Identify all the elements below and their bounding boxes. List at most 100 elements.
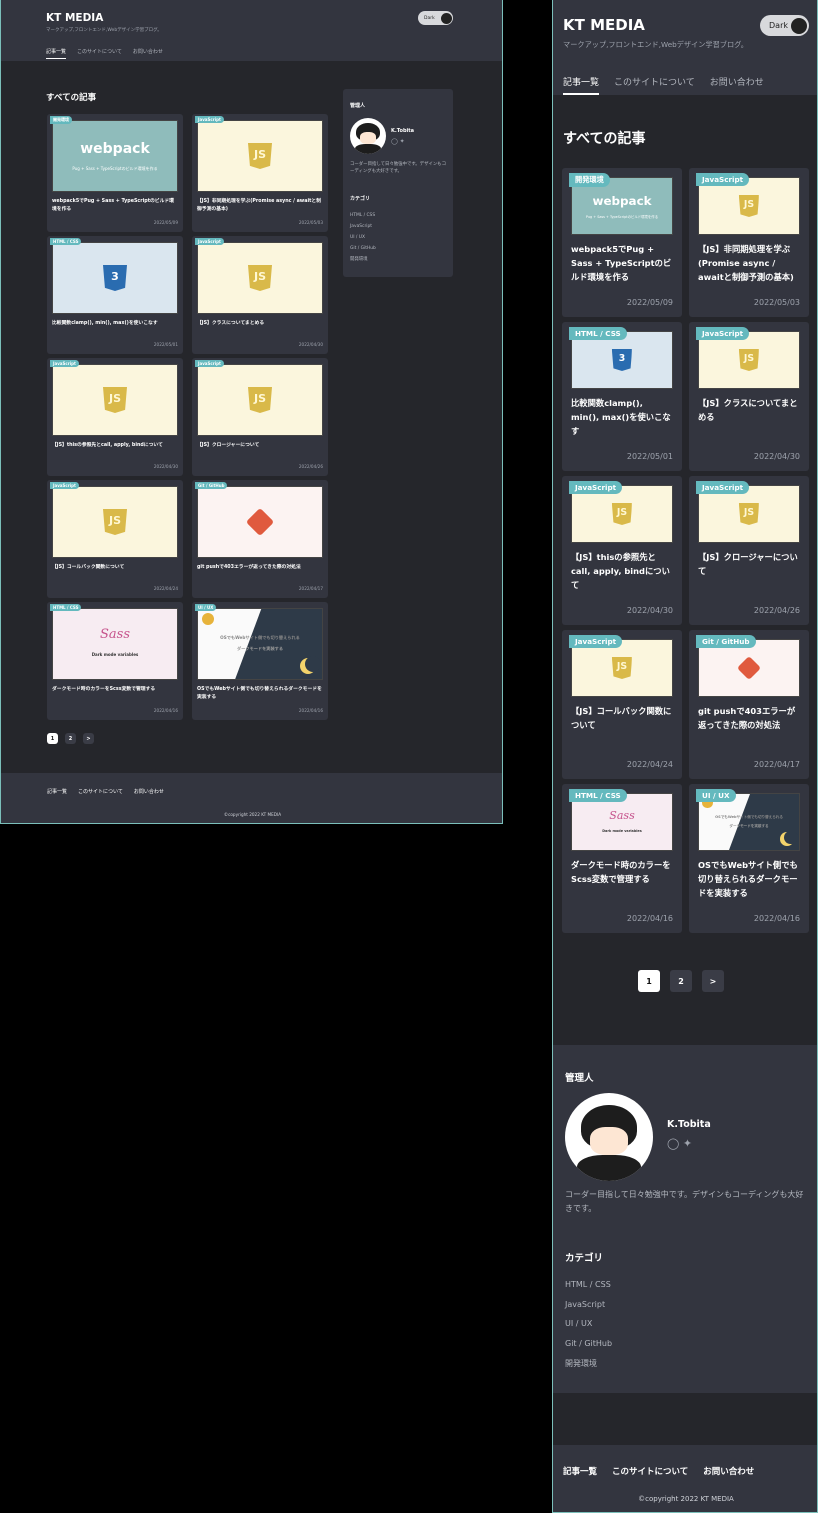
- article-cardundefined[interactable]: webpack Pug + Sass + TypeScriptのビルド環境を作る 開…: [47, 114, 183, 232]
- thumbnail-subtitle: Dark mode variables: [602, 828, 642, 833]
- article-title[interactable]: 【JS】thisの参照先とcall, apply, bindについて: [571, 550, 673, 592]
- article-cardundefined[interactable]: 3 HTML / CSS 比較関数clamp(), min(), max()を使いこ…: [47, 236, 183, 354]
- category-badge[interactable]: JavaScript: [195, 116, 224, 123]
- category-dev-env[interactable]: 開発環境: [350, 254, 376, 265]
- category-badge[interactable]: JavaScript: [50, 360, 79, 367]
- article-cardundefined[interactable]: Git / GitHub git pushで403エラーが返ってきた際の対処法 20…: [689, 630, 809, 779]
- category-badge[interactable]: JavaScript: [50, 482, 79, 489]
- article-cardundefined[interactable]: webpack Pug + Sass + TypeScriptのビルド環境を作る 開…: [562, 168, 682, 317]
- category-dev-env-mobile[interactable]: 開発環境: [565, 1354, 612, 1374]
- category-badge[interactable]: JavaScript: [696, 173, 750, 186]
- footer-link-articles[interactable]: 記事一覧: [47, 788, 67, 795]
- category-ui-ux[interactable]: UI / UX: [350, 232, 376, 243]
- nav-item-articles[interactable]: 記事一覧: [46, 48, 67, 59]
- article-title[interactable]: OSでもWebサイト側でも切り替えられるダークモードを実装する: [197, 686, 323, 702]
- category-badge[interactable]: JavaScript: [569, 635, 623, 648]
- category-badge[interactable]: Git / GitHub: [696, 635, 756, 648]
- site-logo-mobile[interactable]: KT MEDIA: [563, 16, 645, 34]
- article-title[interactable]: webpack5でPug + Sass + TypeScriptのビルド環境を作…: [52, 198, 178, 214]
- category-html-css-mobile[interactable]: HTML / CSS: [565, 1275, 612, 1295]
- article-title[interactable]: 【JS】コールバック関数について: [52, 564, 178, 572]
- next-page-button-mobile[interactable]: >: [702, 970, 724, 992]
- dark-mode-toggle-mobile[interactable]: Dark: [760, 15, 809, 36]
- category-badge[interactable]: 開発環境: [50, 116, 72, 124]
- article-cardundefined[interactable]: JS JavaScript 【JS】非同期処理を学ぶ(Promise async /…: [689, 168, 809, 317]
- article-title[interactable]: 比較関数clamp(), min(), max()を使いこなす: [571, 396, 673, 438]
- article-title[interactable]: 【JS】クロージャーについて: [197, 442, 323, 450]
- article-cardundefined[interactable]: JS JavaScript 【JS】コールバック関数について 2022/04/24: [47, 480, 183, 598]
- github-icon[interactable]: ◯: [391, 138, 398, 145]
- category-git-github-mobile[interactable]: Git / GitHub: [565, 1334, 612, 1354]
- page-button-2-mobile[interactable]: 2: [670, 970, 692, 992]
- webpack-logo: webpack: [80, 141, 150, 158]
- category-badge[interactable]: JavaScript: [569, 481, 623, 494]
- article-title[interactable]: OSでもWebサイト側でも切り替えられるダークモードを実装する: [698, 858, 800, 900]
- article-title[interactable]: git pushで403エラーが返ってきた際の対処法: [698, 704, 800, 732]
- category-badge[interactable]: JavaScript: [696, 327, 750, 340]
- category-badge[interactable]: 開発環境: [569, 173, 610, 187]
- category-badge[interactable]: HTML / CSS: [50, 604, 82, 611]
- category-badge[interactable]: JavaScript: [195, 360, 224, 367]
- article-cardundefined[interactable]: JS JavaScript 【JS】コールバック関数について 2022/04/24: [562, 630, 682, 779]
- category-javascript-mobile[interactable]: JavaScript: [565, 1295, 612, 1315]
- category-ui-ux-mobile[interactable]: UI / UX: [565, 1314, 612, 1334]
- category-badge[interactable]: Git / GitHub: [195, 482, 228, 489]
- article-cardundefined[interactable]: Sass Dark mode variables HTML / CSS ダークモード時…: [562, 784, 682, 933]
- category-badge[interactable]: HTML / CSS: [50, 238, 82, 245]
- article-title[interactable]: 【JS】クロージャーについて: [698, 550, 800, 578]
- nav-item-contact-mobile[interactable]: お問い合わせ: [710, 75, 764, 95]
- site-logo[interactable]: KT MEDIA: [46, 12, 458, 24]
- footer-link-contact-mobile[interactable]: お問い合わせ: [703, 1465, 754, 1477]
- dark-mode-toggle[interactable]: Dark: [418, 11, 453, 25]
- category-badge[interactable]: UI / UX: [195, 604, 217, 611]
- article-cardundefined[interactable]: JS JavaScript 【JS】クラスについてまとめる 2022/04/30: [689, 322, 809, 471]
- nav-item-about-mobile[interactable]: このサイトについて: [614, 75, 695, 95]
- article-date: 2022/04/17: [298, 586, 323, 591]
- article-title[interactable]: 【JS】非同期処理を学ぶ(Promise async / awaitと制御予測の…: [197, 198, 323, 214]
- twitter-icon[interactable]: ✦: [683, 1137, 692, 1150]
- next-page-button[interactable]: >: [83, 733, 94, 744]
- article-title[interactable]: 【JS】クラスについてまとめる: [698, 396, 800, 424]
- category-badge[interactable]: JavaScript: [696, 481, 750, 494]
- page-button-1-mobile[interactable]: 1: [638, 970, 660, 992]
- article-title[interactable]: 比較関数clamp(), min(), max()を使いこなす: [52, 320, 178, 328]
- article-cardundefined[interactable]: Sass Dark mode variables HTML / CSS ダークモード時…: [47, 602, 183, 720]
- article-title[interactable]: 【JS】thisの参照先とcall, apply, bindについて: [52, 442, 178, 450]
- article-cardundefined[interactable]: JS JavaScript 【JS】thisの参照先とcall, apply, bi…: [562, 476, 682, 625]
- article-title[interactable]: 【JS】コールバック関数について: [571, 704, 673, 732]
- article-cardundefined[interactable]: Git / GitHub git pushで403エラーが返ってきた際の対処法 20…: [192, 480, 328, 598]
- category-badge[interactable]: HTML / CSS: [569, 789, 627, 802]
- article-cardundefined[interactable]: JS JavaScript 【JS】thisの参照先とcall, apply, bi…: [47, 358, 183, 476]
- category-html-css[interactable]: HTML / CSS: [350, 210, 376, 221]
- page-button-2[interactable]: 2: [65, 733, 76, 744]
- article-title[interactable]: webpack5でPug + Sass + TypeScriptのビルド環境を作…: [571, 242, 673, 284]
- article-cardundefined[interactable]: 3 HTML / CSS 比較関数clamp(), min(), max()を使いこ…: [562, 322, 682, 471]
- nav-item-contact[interactable]: お問い合わせ: [133, 48, 163, 59]
- footer-link-about-mobile[interactable]: このサイトについて: [612, 1465, 688, 1477]
- article-title[interactable]: 【JS】非同期処理を学ぶ(Promise async / awaitと制御予測の…: [698, 242, 800, 284]
- article-cardundefined[interactable]: JS JavaScript 【JS】非同期処理を学ぶ(Promise async /…: [192, 114, 328, 232]
- article-title[interactable]: ダークモード時のカラーをScss変数で管理する: [571, 858, 673, 886]
- nav-item-articles-mobile[interactable]: 記事一覧: [563, 75, 600, 95]
- article-cardundefined[interactable]: OSでもWebサイト側でも切り替えられる ダークモードを実装する UI / UX OS…: [689, 784, 809, 933]
- article-cardundefined[interactable]: JS JavaScript 【JS】クラスについてまとめる 2022/04/30: [192, 236, 328, 354]
- article-cardundefined[interactable]: JS JavaScript 【JS】クロージャーについて 2022/04/26: [192, 358, 328, 476]
- article-title[interactable]: 【JS】クラスについてまとめる: [197, 320, 323, 328]
- article-title[interactable]: git pushで403エラーが返ってきた際の対処法: [197, 564, 323, 572]
- twitter-icon[interactable]: ✦: [400, 138, 405, 145]
- article-cardundefined[interactable]: OSでもWebサイト側でも切り替えられる ダークモードを実装する UI / UX OS…: [192, 602, 328, 720]
- footer-link-contact[interactable]: お問い合わせ: [134, 788, 164, 795]
- category-badge[interactable]: UI / UX: [696, 789, 736, 802]
- nav-item-about[interactable]: このサイトについて: [77, 48, 122, 59]
- category-javascript[interactable]: JavaScript: [350, 221, 376, 232]
- article-title[interactable]: ダークモード時のカラーをScss変数で管理する: [52, 686, 178, 694]
- page-button-1[interactable]: 1: [47, 733, 58, 744]
- category-git-github[interactable]: Git / GitHub: [350, 243, 376, 254]
- article-cardundefined[interactable]: JS JavaScript 【JS】クロージャーについて 2022/04/26: [689, 476, 809, 625]
- category-badge[interactable]: HTML / CSS: [569, 327, 627, 340]
- category-badge[interactable]: JavaScript: [195, 238, 224, 245]
- github-icon[interactable]: ◯: [667, 1137, 679, 1150]
- footer-link-about[interactable]: このサイトについて: [78, 788, 123, 795]
- article-thumbnail: JS: [52, 486, 178, 558]
- footer-link-articles-mobile[interactable]: 記事一覧: [563, 1465, 597, 1477]
